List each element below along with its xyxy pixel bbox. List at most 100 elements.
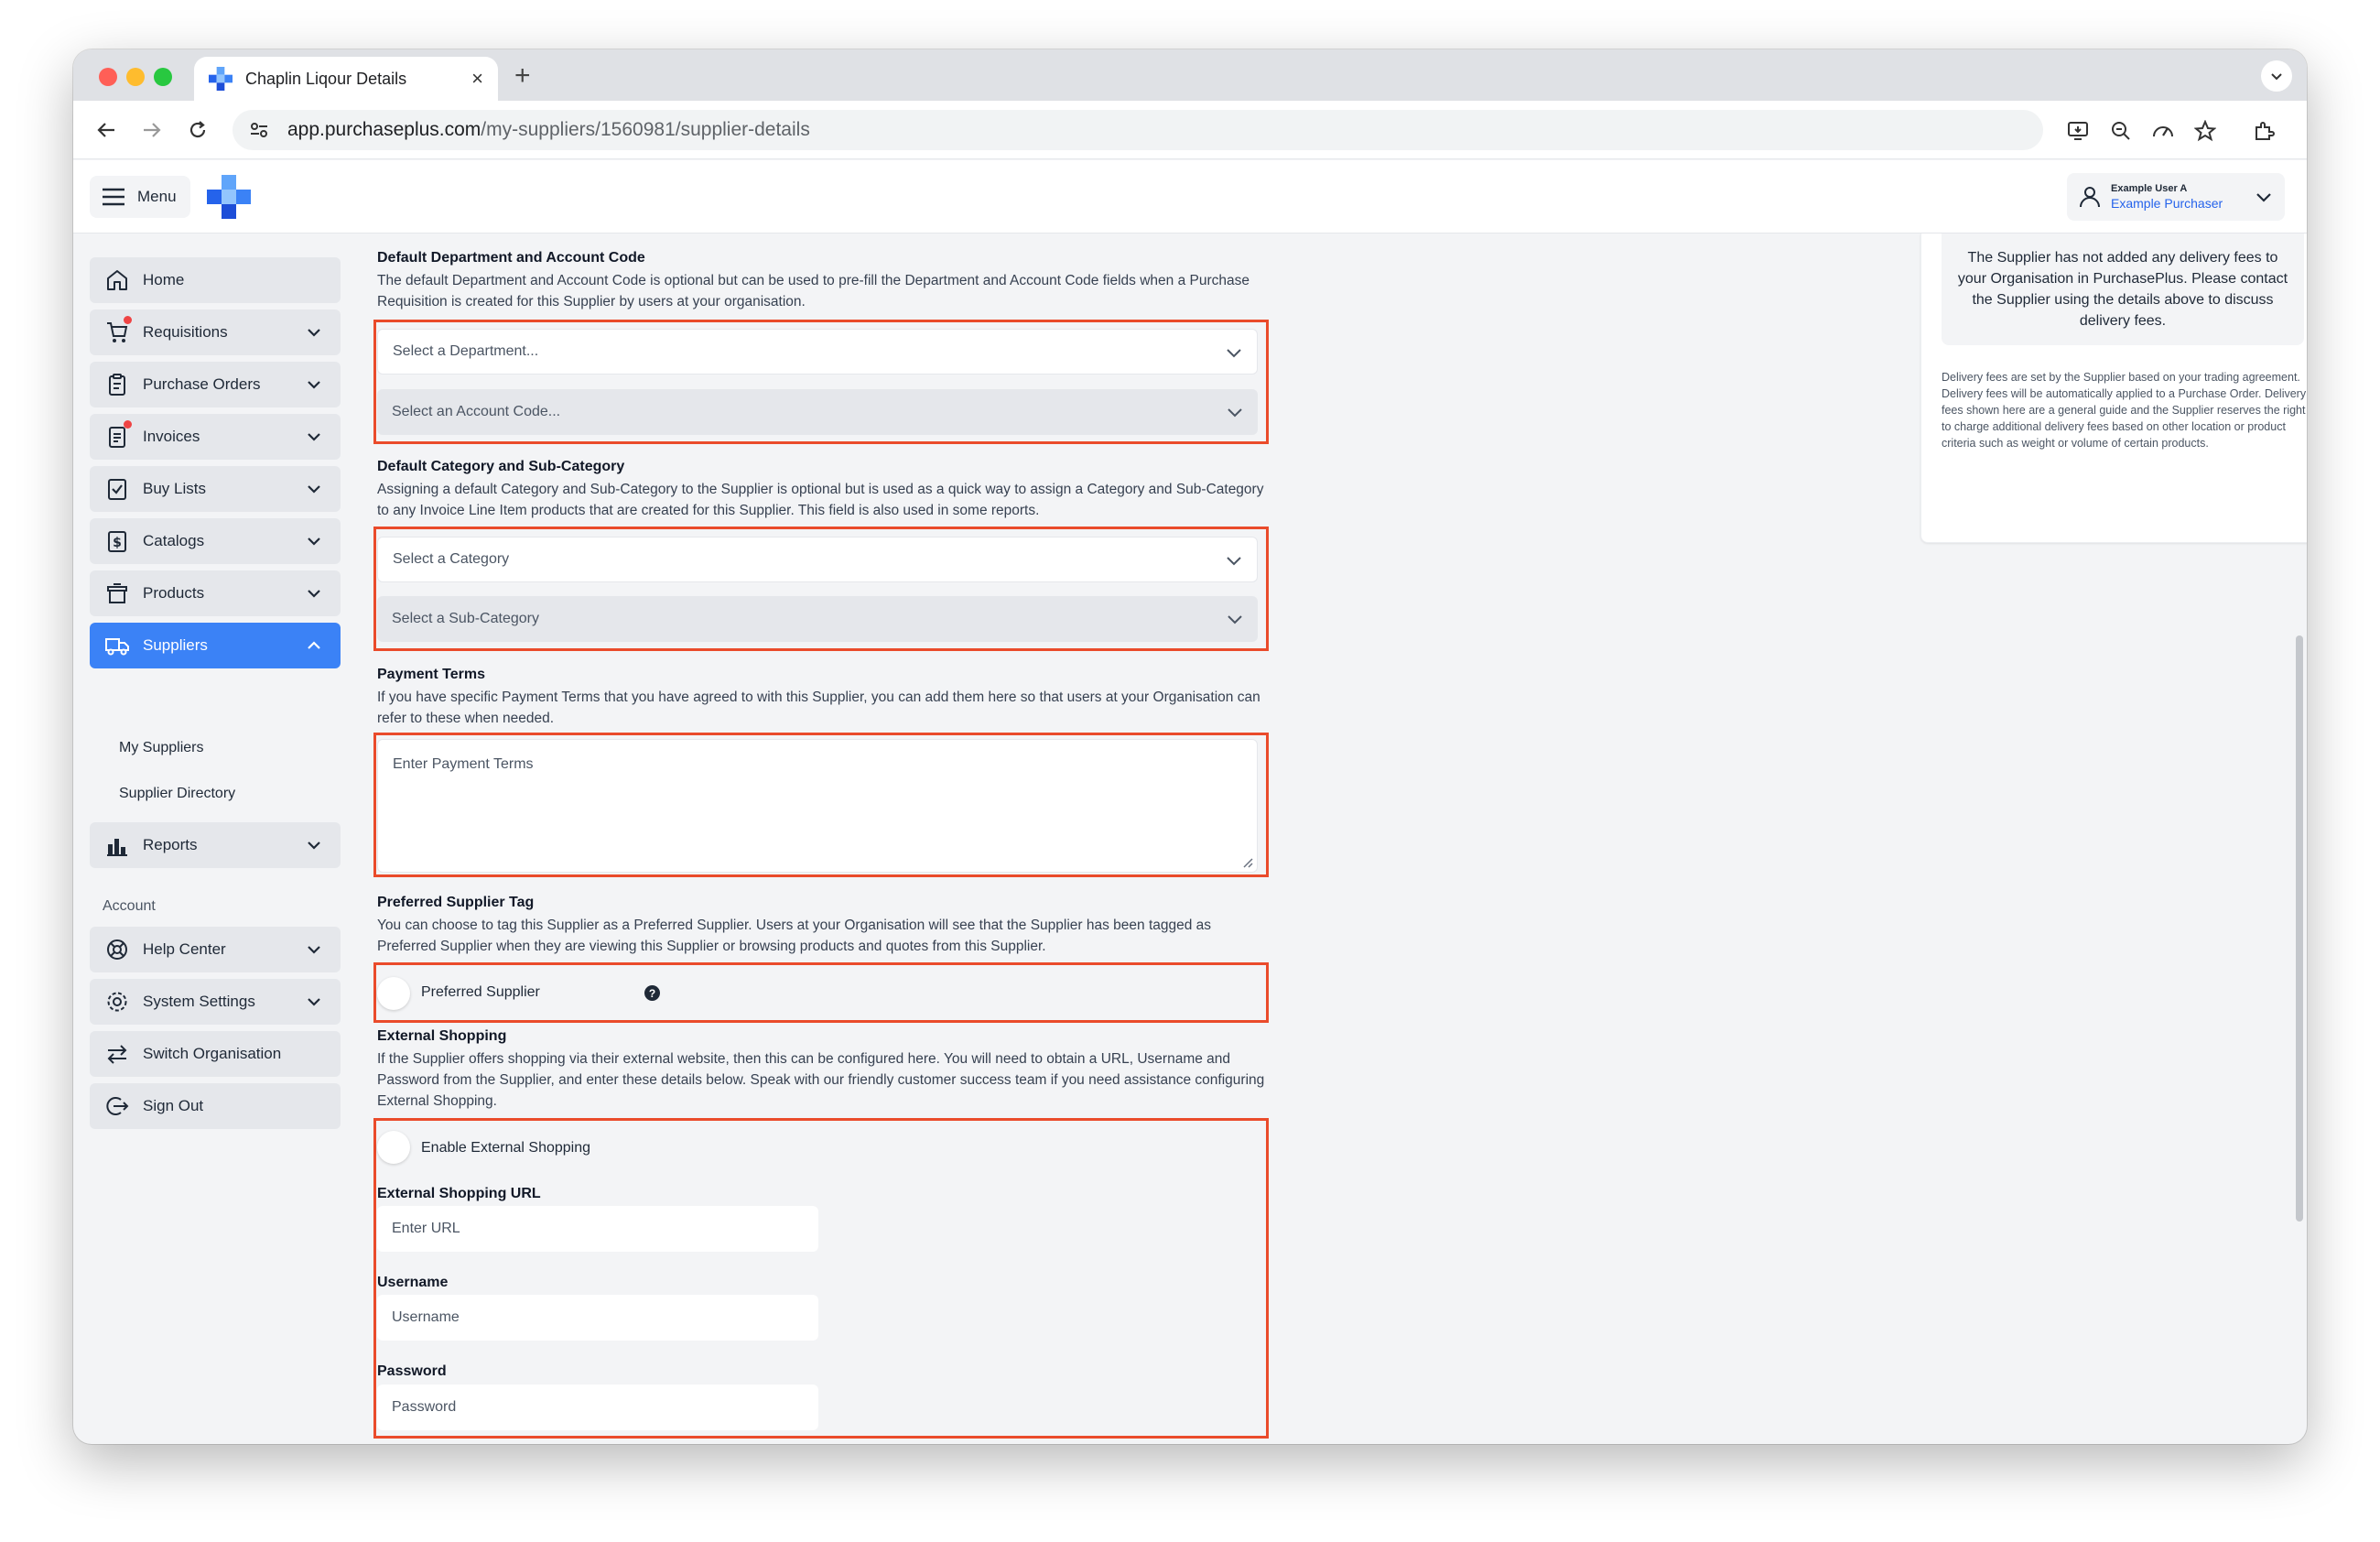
payment-terms-placeholder: Enter Payment Terms — [393, 756, 534, 772]
sidebar-item-label: Home — [143, 271, 185, 288]
delivery-fees-card: The Supplier has not added any delivery … — [1920, 233, 2307, 543]
forward-icon[interactable] — [135, 114, 168, 147]
password-placeholder: Password — [392, 1399, 457, 1415]
menu-button[interactable]: Menu — [90, 176, 190, 218]
username-label: Username — [377, 1275, 449, 1290]
bookmark-star-icon[interactable] — [2191, 117, 2219, 145]
enable-external-shopping-label: Enable External Shopping — [421, 1140, 591, 1156]
sidebar-item-label: Suppliers — [143, 636, 208, 654]
chevron-down-icon — [300, 836, 328, 854]
sidebar-item-label: Switch Organisation — [143, 1045, 282, 1062]
close-tab-icon[interactable]: × — [471, 67, 483, 91]
password-label: Password — [377, 1363, 447, 1379]
cart-icon — [104, 316, 132, 345]
enable-external-shopping-toggle[interactable] — [377, 1131, 410, 1164]
sidebar-item-sign-out[interactable]: Sign Out — [90, 1083, 341, 1129]
external-url-label: External Shopping URL — [377, 1186, 541, 1201]
maximize-window-button[interactable] — [154, 68, 172, 86]
user-role: Example Purchaser — [2111, 196, 2223, 211]
minimize-window-button[interactable] — [126, 68, 145, 86]
sidebar-item-label: Sign Out — [143, 1097, 204, 1114]
sidebar-item-label: Requisitions — [143, 323, 228, 341]
browser-tab[interactable]: Chaplin Liqour Details × — [194, 57, 498, 101]
dollar-doc-icon: $ — [104, 528, 130, 554]
home-icon — [104, 267, 130, 293]
payment-terms-textarea[interactable]: Enter Payment Terms — [377, 739, 1258, 873]
tab-strip: Chaplin Liqour Details × + — [73, 49, 2307, 101]
purchaseplus-favicon-icon — [209, 67, 233, 91]
sidebar-item-label: Products — [143, 584, 205, 602]
chevron-down-icon — [300, 428, 328, 446]
section-desc-preferred-supplier: You can choose to tag this Supplier as a… — [377, 918, 1212, 954]
account-code-placeholder: Select an Account Code... — [392, 404, 561, 419]
password-input[interactable]: Password — [377, 1385, 818, 1430]
sidebar-item-system-settings[interactable]: System Settings — [90, 979, 341, 1025]
chevron-down-icon — [300, 584, 328, 603]
sidebar-item-home[interactable]: Home — [90, 257, 341, 303]
sidebar-item-label: Reports — [143, 836, 198, 853]
sidebar-item-help-center[interactable]: Help Center — [90, 927, 341, 972]
section-desc-department: The default Department and Account Code … — [377, 273, 1250, 309]
new-tab-icon[interactable]: + — [514, 60, 531, 92]
sidebar-item-switch-organisation[interactable]: Switch Organisation — [90, 1031, 341, 1077]
site-settings-icon[interactable] — [245, 116, 273, 144]
department-select[interactable]: Select a Department... — [377, 329, 1258, 375]
tab-search-icon[interactable] — [2261, 60, 2292, 92]
sidebar-subitem-supplier-directory[interactable]: Supplier Directory — [119, 786, 235, 802]
sidebar-item-catalogs[interactable]: $ Catalogs — [90, 518, 341, 564]
close-window-button[interactable] — [99, 68, 117, 86]
chevron-down-icon — [300, 993, 328, 1011]
username-input[interactable]: Username — [377, 1295, 818, 1341]
extensions-icon[interactable] — [2250, 117, 2277, 145]
sidebar-item-suppliers[interactable]: Suppliers — [90, 623, 341, 668]
sidebar-item-buy-lists[interactable]: Buy Lists — [90, 466, 341, 512]
category-select[interactable]: Select a Category — [377, 537, 1258, 582]
notification-dot — [124, 420, 132, 429]
zoom-icon[interactable] — [2107, 117, 2135, 145]
checklist-icon — [104, 476, 130, 502]
user-menu-button[interactable]: Example User A Example Purchaser — [2067, 173, 2285, 221]
sidebar-item-label: Invoices — [143, 428, 200, 445]
sidebar-subitem-my-suppliers[interactable]: My Suppliers — [119, 740, 203, 756]
reload-icon[interactable] — [181, 114, 214, 147]
main-content: Default Department and Account Code The … — [366, 233, 1373, 1444]
sidebar-item-invoices[interactable]: Invoices — [90, 414, 341, 460]
question-circle-icon[interactable]: ? — [644, 985, 660, 1001]
sidebar-item-label: Buy Lists — [143, 480, 206, 497]
address-bar[interactable]: app.purchaseplus.com/my-suppliers/156098… — [233, 110, 2043, 150]
install-app-icon[interactable] — [2065, 117, 2093, 145]
back-icon[interactable] — [90, 114, 123, 147]
sidebar-item-reports[interactable]: Reports — [90, 822, 341, 868]
subcategory-select[interactable]: Select a Sub-Category — [377, 596, 1258, 642]
user-icon — [2080, 187, 2100, 208]
username-placeholder: Username — [392, 1309, 460, 1325]
chevron-down-icon — [2256, 193, 2271, 202]
account-code-select[interactable]: Select an Account Code... — [377, 389, 1258, 435]
lifebuoy-icon — [104, 937, 130, 962]
chevron-down-icon — [300, 323, 328, 342]
resize-handle-icon[interactable] — [1240, 855, 1253, 868]
sidebar-item-products[interactable]: Products — [90, 570, 341, 616]
menu-label: Menu — [137, 188, 177, 205]
switch-icon — [104, 1041, 130, 1067]
hamburger-icon — [103, 188, 124, 206]
performance-icon[interactable] — [2149, 117, 2177, 145]
sidebar-item-label: Help Center — [143, 940, 226, 958]
bar-chart-icon — [104, 832, 130, 858]
user-name: Example User A — [2111, 183, 2188, 194]
section-desc-category: Assigning a default Category and Sub-Cat… — [377, 482, 1264, 518]
department-placeholder: Select a Department... — [393, 343, 539, 359]
chevron-down-icon — [1224, 342, 1244, 367]
page-scrollbar[interactable] — [2296, 635, 2303, 1222]
sidebar-item-requisitions[interactable]: Requisitions — [90, 309, 341, 355]
external-url-input[interactable]: Enter URL — [377, 1206, 818, 1252]
box-icon — [104, 581, 130, 606]
preferred-supplier-toggle[interactable] — [377, 977, 410, 1010]
sidebar-item-label: Catalogs — [143, 532, 205, 549]
delivery-fees-info-text: The Supplier has not added any delivery … — [1957, 250, 2288, 329]
sidebar-item-purchase-orders[interactable]: Purchase Orders — [90, 362, 341, 407]
purchaseplus-logo-icon[interactable] — [207, 175, 251, 219]
chevron-down-icon — [300, 375, 328, 394]
invoice-icon — [104, 420, 132, 450]
preferred-supplier-label: Preferred Supplier — [421, 984, 540, 1000]
